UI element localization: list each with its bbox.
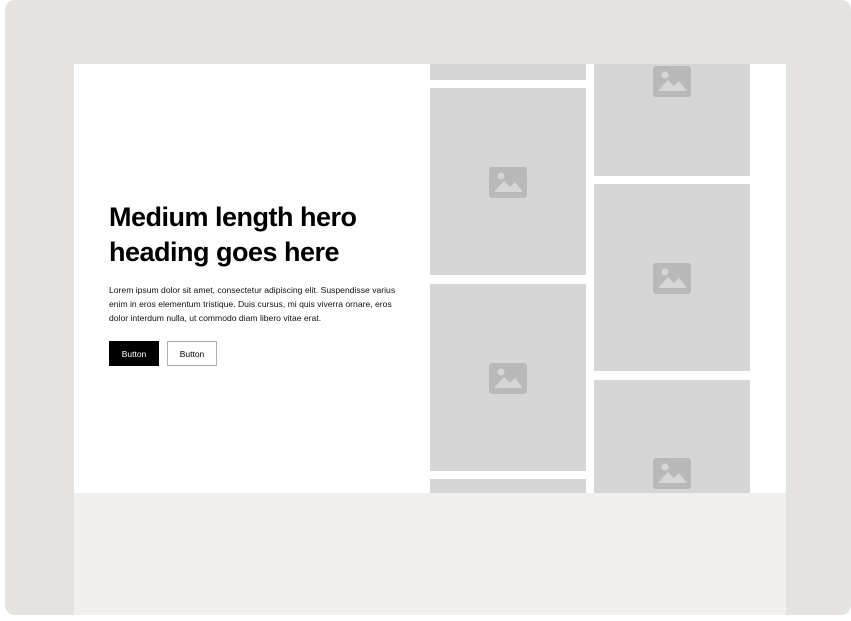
gallery-tile	[430, 479, 586, 493]
hero-heading: Medium length hero heading goes here	[109, 202, 357, 267]
secondary-button[interactable]: Button	[167, 341, 217, 366]
image-placeholder-icon	[489, 362, 527, 394]
hero-button-row: Button Button	[109, 341, 409, 366]
primary-button[interactable]: Button	[109, 341, 159, 366]
next-section-panel	[74, 493, 786, 615]
hero-section: Medium length hero heading goes here Lor…	[74, 64, 786, 493]
image-placeholder-icon	[489, 166, 527, 198]
image-placeholder-icon	[653, 458, 691, 489]
gallery-tile	[594, 380, 750, 493]
image-placeholder-icon	[653, 66, 691, 97]
image-placeholder-icon	[653, 262, 691, 294]
hero-description: Lorem ipsum dolor sit amet, consectetur …	[109, 285, 396, 323]
gallery-tile	[430, 284, 586, 471]
gallery-tile	[430, 88, 586, 275]
hero-text-block: Medium length hero heading goes here Lor…	[109, 200, 409, 366]
gallery-tile	[594, 184, 750, 371]
gallery-tile	[594, 64, 750, 176]
gallery-tile	[430, 64, 586, 80]
